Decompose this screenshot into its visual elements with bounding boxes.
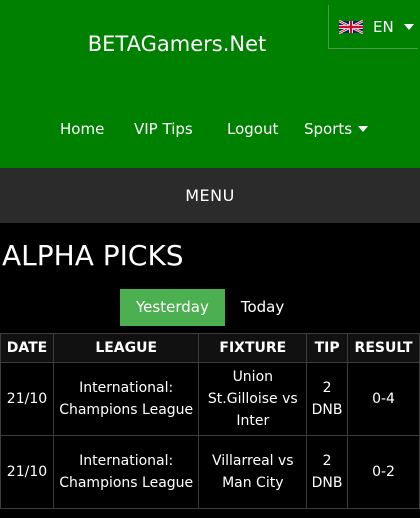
tab-today[interactable]: Today (225, 289, 300, 326)
table-row: 21/10 International: Champions League Vi… (0, 435, 420, 509)
tab-yesterday[interactable]: Yesterday (120, 289, 225, 326)
uk-flag-icon (339, 19, 363, 34)
language-code: EN (373, 17, 394, 36)
cell-date: 21/10 (0, 362, 54, 436)
page-title: ALPHA PICKS (2, 239, 184, 272)
table-row: 21/10 International: Champions League Un… (0, 362, 420, 436)
cell-date: 21/10 (0, 435, 54, 509)
nav-logout[interactable]: Logout (227, 120, 278, 138)
column-header-league: LEAGUE (52, 333, 200, 363)
table-header-row: DATE LEAGUE FIXTURE TIP RESULT (0, 333, 420, 363)
cell-tip: 2 DNB (306, 435, 349, 509)
nav-home[interactable]: Home (60, 120, 104, 138)
site-header: BETAGamers.Net EN Home VIP Tips Logout S… (0, 0, 420, 168)
site-brand[interactable]: BETAGamers.Net (0, 32, 354, 56)
column-header-fixture: FIXTURE (198, 333, 308, 363)
picks-table: DATE LEAGUE FIXTURE TIP RESULT 21/10 Int… (0, 333, 420, 509)
column-header-date: DATE (0, 333, 54, 363)
language-selector[interactable]: EN (328, 5, 418, 49)
cell-tip: 2 DNB (306, 362, 349, 436)
cell-league: International: Champions League (52, 435, 200, 509)
chevron-down-icon (358, 126, 369, 132)
day-tabs: Yesterday Today (120, 289, 300, 326)
nav-logout-label: Logout (227, 120, 279, 138)
main-content: ALPHA PICKS Yesterday Today DATE LEAGUE … (0, 223, 420, 518)
nav-sports-label: Sports (304, 120, 353, 138)
cell-league: International: Champions League (52, 362, 200, 436)
cell-result: 0-4 (347, 362, 420, 436)
nav-vip-tips[interactable]: VIP Tips (134, 120, 193, 138)
column-header-result: RESULT (347, 333, 420, 363)
cell-fixture: Villarreal vs Man City (198, 435, 308, 509)
chevron-down-icon (403, 23, 414, 30)
main-nav: Home VIP Tips Logout Sports (0, 120, 420, 140)
nav-home-label: Home (60, 120, 105, 138)
nav-vip-tips-label: VIP Tips (134, 120, 193, 138)
column-header-tip: TIP (306, 333, 349, 363)
menu-toggle[interactable]: MENU (0, 168, 420, 223)
cell-fixture: Union St.Gilloise vs Inter (198, 362, 308, 436)
nav-sports[interactable]: Sports (304, 120, 369, 138)
cell-result: 0-2 (347, 435, 420, 509)
